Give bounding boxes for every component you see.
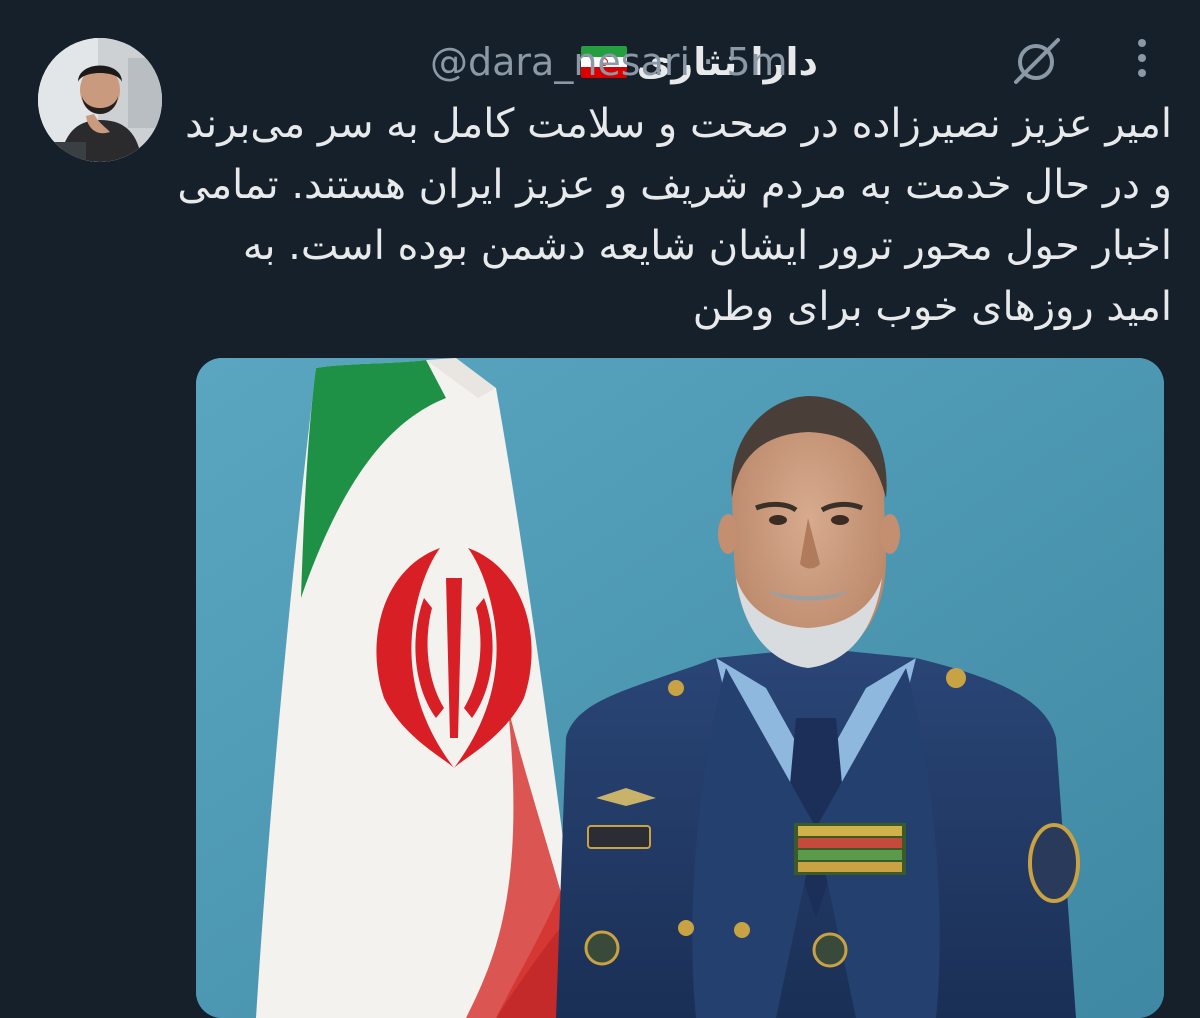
more-options-icon[interactable] xyxy=(1120,34,1164,82)
timestamp[interactable]: 5m xyxy=(726,40,787,84)
tweet-text: امیر عزیز نصیرزاده در صحت و سلامت کامل ب… xyxy=(177,94,1172,338)
tweet-text-line: امید روزهای خوب برای وطن xyxy=(692,284,1172,330)
tweet-media-photo[interactable] xyxy=(196,358,1164,1018)
grok-icon[interactable] xyxy=(1010,32,1066,88)
meta-separator: · xyxy=(702,40,715,84)
avatar-image xyxy=(38,38,162,162)
user-handle[interactable]: @dara_nesari xyxy=(430,40,690,84)
avatar[interactable] xyxy=(38,38,162,162)
tweet-text-line: امیر عزیز نصیرزاده در صحت و سلامت کامل ب… xyxy=(185,101,1172,147)
tweet-text-line: اخبار حول محور ترور ایشان شایعه دشمن بود… xyxy=(242,223,1172,269)
tweet-text-line: و در حال خدمت به مردم شریف و عزیز ایران … xyxy=(177,162,1172,208)
tweet[interactable]: دارا نثاری @dara_nesari · 5m امیر عزیز ن… xyxy=(0,0,1200,1018)
tweet-meta: @dara_nesari · 5m xyxy=(430,38,788,86)
portrait-photo-icon xyxy=(196,358,1164,1018)
